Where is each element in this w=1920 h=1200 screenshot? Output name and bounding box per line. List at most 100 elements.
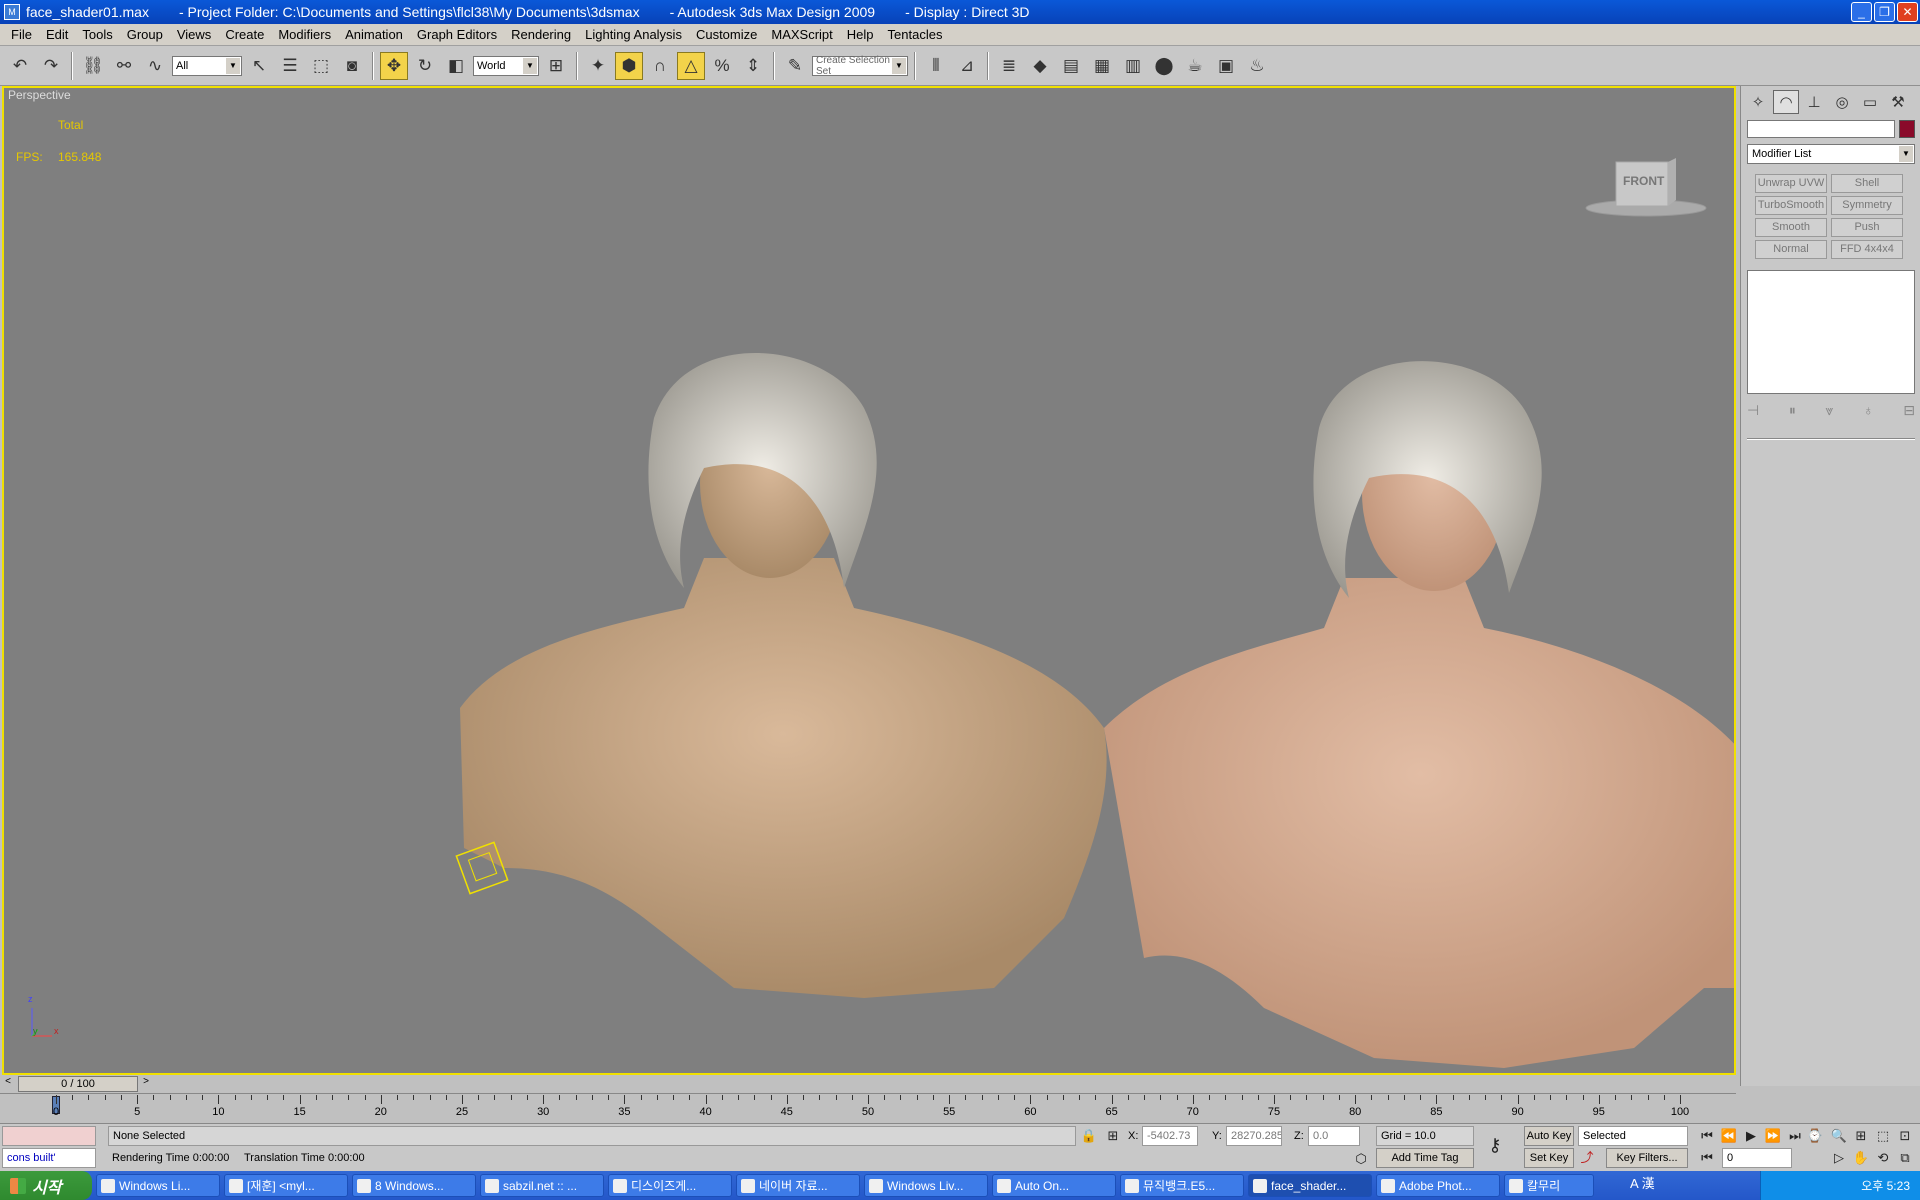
modifier-list-dropdown[interactable]: Modifier List ▼	[1747, 144, 1915, 164]
display-panel-tab-icon[interactable]: ▭	[1857, 90, 1883, 114]
taskbar-item-active[interactable]: face_shader...	[1248, 1174, 1372, 1197]
next-frame-arrow-icon[interactable]: >	[140, 1076, 152, 1092]
layer-manager-icon[interactable]: ≣	[995, 52, 1023, 80]
menu-tentacles[interactable]: Tentacles	[881, 27, 950, 42]
zoom-extents-icon[interactable]: ⬚	[1874, 1127, 1892, 1145]
go-to-end-icon[interactable]: ⏭	[1786, 1127, 1804, 1145]
percent-snap-icon[interactable]: %	[708, 52, 736, 80]
select-and-link-icon[interactable]: ⛓	[79, 52, 107, 80]
motion-panel-tab-icon[interactable]: ◎	[1829, 90, 1855, 114]
taskbar-item[interactable]: 칼무리	[1504, 1174, 1594, 1197]
reference-coordinate-system-dropdown[interactable]: World ▼	[473, 55, 539, 76]
maxscript-mini-listener[interactable]: cons built'	[2, 1148, 96, 1168]
taskbar-item[interactable]: Windows Liv...	[864, 1174, 988, 1197]
menu-views[interactable]: Views	[170, 27, 218, 42]
pan-view-icon[interactable]: ✋	[1852, 1149, 1870, 1167]
menu-animation[interactable]: Animation	[338, 27, 410, 42]
character-bust-right[interactable]	[1104, 361, 1736, 1068]
angle-snap-icon[interactable]: △	[677, 51, 705, 80]
menu-modifiers[interactable]: Modifiers	[271, 27, 338, 42]
spinner-snap-icon[interactable]: ⇕	[739, 52, 767, 80]
previous-frame-icon[interactable]: ⏪	[1720, 1127, 1738, 1145]
shell-button[interactable]: Shell	[1831, 174, 1903, 193]
taskbar-item[interactable]: 네이버 자료...	[736, 1174, 860, 1197]
configure-modifier-sets-icon[interactable]: ⊟	[1903, 402, 1915, 419]
key-filters-button[interactable]: Key Filters...	[1606, 1148, 1688, 1168]
select-by-name-icon[interactable]: ☰	[276, 52, 304, 80]
3dsmax-app-icon[interactable]: M	[4, 4, 20, 20]
menu-group[interactable]: Group	[120, 27, 170, 42]
curve-editor-icon[interactable]: ▤	[1057, 52, 1085, 80]
y-coord-field[interactable]: 28270.285	[1226, 1126, 1282, 1146]
menu-rendering[interactable]: Rendering	[504, 27, 578, 42]
viewcube[interactable]: FRONT	[1584, 154, 1714, 227]
taskbar-item[interactable]: sabzil.net :: ...	[480, 1174, 604, 1197]
rendered-frame-window-icon[interactable]: ▣	[1212, 52, 1240, 80]
viewport-cube-icon[interactable]: ⬡	[1352, 1150, 1370, 1168]
rectangular-selection-icon[interactable]: ⬚	[307, 52, 335, 80]
x-coord-field[interactable]: -5402.73	[1142, 1126, 1198, 1146]
pivot-center-icon[interactable]: ⊞	[542, 52, 570, 80]
ffd-4x4x4-button[interactable]: FFD 4x4x4	[1831, 240, 1903, 259]
keyboard-shortcut-override-icon[interactable]: ⬢	[615, 51, 643, 80]
set-key-button[interactable]: Set Key	[1524, 1148, 1574, 1168]
mirror-icon[interactable]: ⫴	[922, 52, 950, 80]
menu-graph-editors[interactable]: Graph Editors	[410, 27, 504, 42]
snaps-toggle-icon[interactable]: ∩	[646, 52, 674, 80]
object-color-swatch[interactable]	[1899, 120, 1915, 138]
taskbar-item[interactable]: 뮤직뱅크.E5...	[1120, 1174, 1244, 1197]
select-and-manipulate-icon[interactable]: ✦	[584, 52, 612, 80]
zoom-all-icon[interactable]: ⊞	[1852, 1127, 1870, 1145]
unwrap-uvw-button[interactable]: Unwrap UVW	[1755, 174, 1827, 193]
create-panel-tab-icon[interactable]: ✧	[1745, 90, 1771, 114]
modifier-stack-list[interactable]	[1747, 270, 1915, 394]
perspective-viewport[interactable]: Perspective Total FPS: 165.848 FRONT z y…	[2, 86, 1736, 1075]
turbosmooth-button[interactable]: TurboSmooth	[1755, 196, 1827, 215]
menu-tools[interactable]: Tools	[75, 27, 119, 42]
zoom-extents-all-icon[interactable]: ⊡	[1896, 1127, 1914, 1145]
remove-modifier-icon[interactable]: ♁	[1863, 402, 1874, 419]
material-editor-icon[interactable]: ⬤	[1150, 52, 1178, 80]
undo-icon[interactable]: ↶	[6, 52, 34, 80]
key-mode-dropdown[interactable]: Selected	[1578, 1126, 1688, 1146]
push-button[interactable]: Push	[1831, 218, 1903, 237]
render-setup-icon[interactable]: ☕	[1181, 52, 1209, 80]
pin-stack-icon[interactable]: ⊣	[1747, 402, 1759, 419]
select-and-move-icon[interactable]: ✥	[380, 51, 408, 80]
quick-render-icon[interactable]: ♨	[1243, 52, 1271, 80]
edit-named-selection-icon[interactable]: ✎	[781, 52, 809, 80]
key-mode-toggle-icon[interactable]: ⏮	[1698, 1149, 1716, 1167]
default-in-out-tangent-key-icon[interactable]: ⚷	[1486, 1136, 1504, 1154]
dope-sheet-icon[interactable]: ▥	[1119, 52, 1147, 80]
normal-button[interactable]: Normal	[1755, 240, 1827, 259]
set-keys-icon[interactable]: ⤴	[1578, 1149, 1596, 1167]
select-and-rotate-icon[interactable]: ↻	[411, 52, 439, 80]
menu-help[interactable]: Help	[840, 27, 881, 42]
select-object-icon[interactable]: ↖	[245, 52, 273, 80]
previous-frame-arrow-icon[interactable]: <	[2, 1076, 14, 1092]
taskbar-item[interactable]: [재훈] <myl...	[224, 1174, 348, 1197]
go-to-start-icon[interactable]: ⏮	[1698, 1127, 1716, 1145]
menu-maxscript[interactable]: MAXScript	[764, 27, 839, 42]
minimize-button[interactable]: _	[1851, 2, 1872, 22]
window-crossing-icon[interactable]: ◙	[338, 52, 366, 80]
z-coord-field[interactable]: 0.0	[1308, 1126, 1360, 1146]
select-and-scale-icon[interactable]: ◧	[442, 52, 470, 80]
smooth-button[interactable]: Smooth	[1755, 218, 1827, 237]
menu-lighting-analysis[interactable]: Lighting Analysis	[578, 27, 689, 42]
ime-indicator[interactable]: A 漢	[1630, 1173, 1655, 1192]
menu-edit[interactable]: Edit	[39, 27, 75, 42]
maximize-viewport-icon[interactable]: ⧉	[1896, 1149, 1914, 1167]
menu-create[interactable]: Create	[218, 27, 271, 42]
utilities-panel-tab-icon[interactable]: ⚒	[1885, 90, 1911, 114]
menu-customize[interactable]: Customize	[689, 27, 764, 42]
character-bust-left[interactable]	[460, 353, 1107, 998]
modify-panel-tab-icon[interactable]: ◠	[1773, 90, 1799, 114]
graphite-tools-icon[interactable]: ◆	[1026, 52, 1054, 80]
taskbar-item[interactable]: 디스이즈게...	[608, 1174, 732, 1197]
hierarchy-panel-tab-icon[interactable]: ⊥	[1801, 90, 1827, 114]
track-bar[interactable]: 0 5 10 15 20 25 30 35 40 45 50 55 60 65 70 75 80 85 90 95 10…	[0, 1093, 1736, 1123]
clock[interactable]: 오후 5:23	[1861, 1177, 1910, 1194]
bind-to-space-warp-icon[interactable]: ∿	[141, 52, 169, 80]
lock-selection-icon[interactable]: 🔒	[1080, 1127, 1098, 1145]
